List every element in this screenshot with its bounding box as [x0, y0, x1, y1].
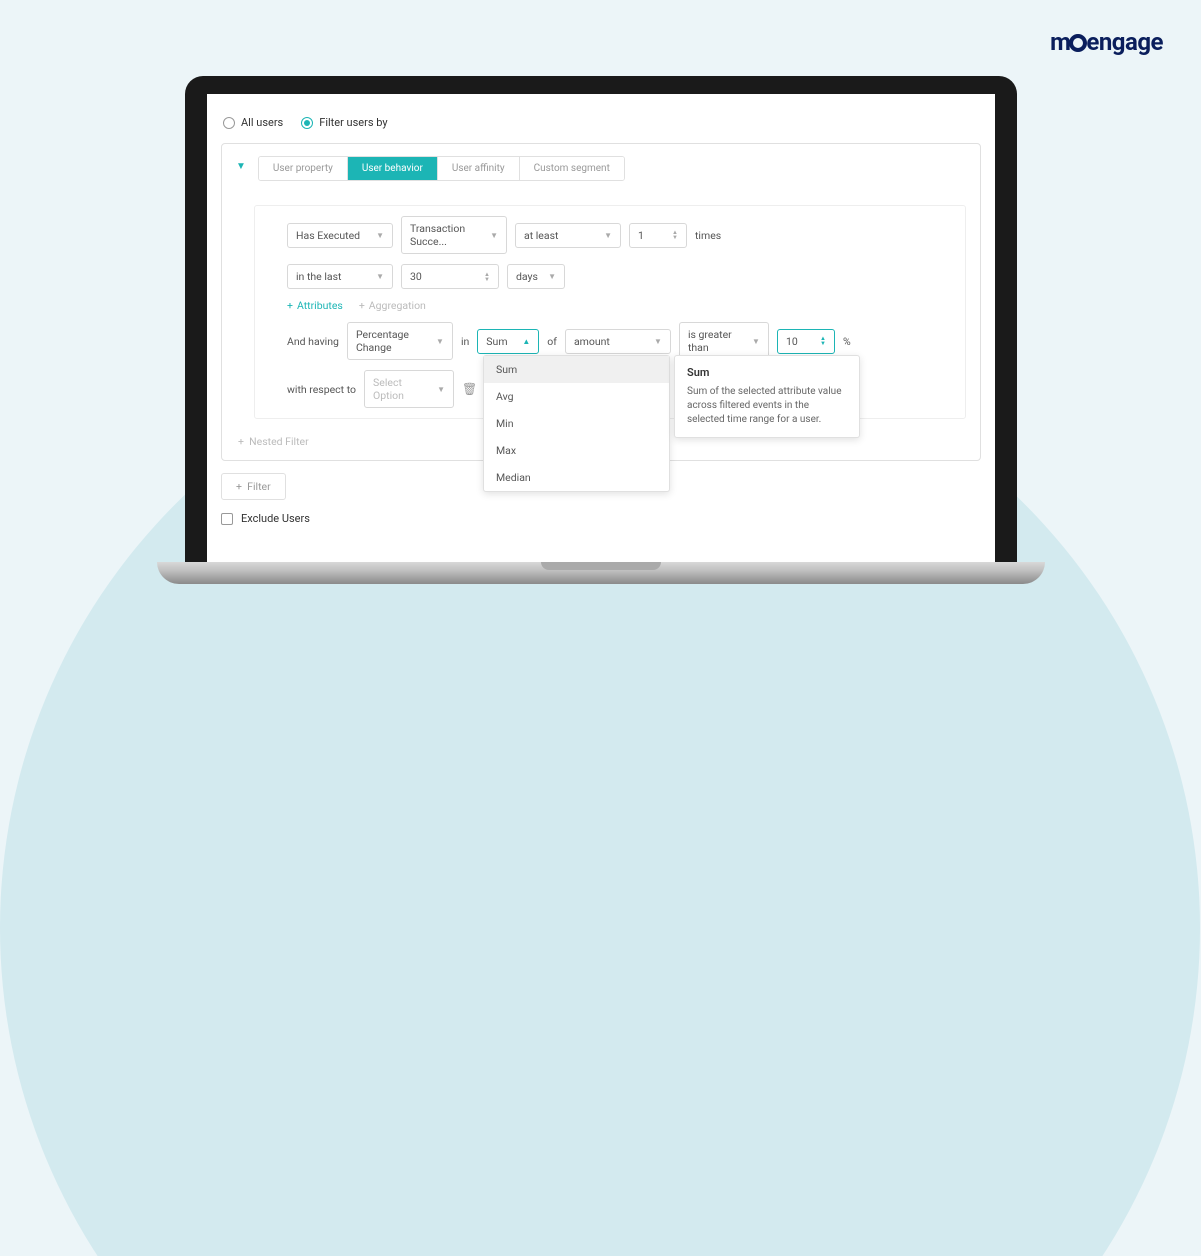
spinner-icon: ▲▼ — [484, 272, 490, 282]
in-label: in — [461, 335, 469, 348]
tab-user-affinity[interactable]: User affinity — [438, 157, 520, 180]
app-screen: All users Filter users by ▼ User propert… — [207, 94, 995, 562]
tab-custom-segment[interactable]: Custom segment — [520, 157, 624, 180]
tooltip-title: Sum — [687, 366, 847, 379]
of-label: of — [547, 335, 557, 348]
dropdown-item-min[interactable]: Min — [484, 410, 669, 437]
radio-icon — [301, 117, 313, 129]
spinner-icon: ▲▼ — [820, 336, 826, 346]
radio-filter-by[interactable]: Filter users by — [301, 116, 387, 129]
dropdown-item-median[interactable]: Median — [484, 464, 669, 491]
dropdown-item-sum[interactable]: Sum — [484, 356, 669, 383]
label: Filter users by — [319, 116, 387, 129]
attribute-select[interactable]: amount▼ — [565, 329, 671, 354]
add-filter-button[interactable]: + Filter — [221, 473, 286, 500]
percent-label: % — [843, 335, 851, 348]
chevron-up-icon: ▲ — [522, 337, 530, 346]
aggregation-select[interactable]: Sum▲ — [477, 329, 539, 354]
dropdown-item-avg[interactable]: Avg — [484, 383, 669, 410]
collapse-caret-icon[interactable]: ▼ — [236, 161, 246, 172]
has-executed-select[interactable]: Has Executed▼ — [287, 223, 393, 248]
add-attributes-button[interactable]: + Attributes — [287, 299, 343, 312]
radio-icon — [223, 117, 235, 129]
unit-select[interactable]: days▼ — [507, 264, 565, 289]
chevron-down-icon: ▼ — [490, 231, 498, 240]
with-respect-label: with respect to — [287, 383, 356, 396]
segment-tabs: User property User behavior User affinit… — [258, 156, 625, 181]
radio-all-users[interactable]: All users — [223, 116, 283, 129]
chevron-down-icon: ▼ — [437, 385, 445, 394]
aggregation-dropdown: Sum Avg Min Max Median — [483, 355, 670, 492]
chevron-down-icon: ▼ — [604, 231, 612, 240]
brand-logo: mengage — [1050, 28, 1163, 56]
metric-select[interactable]: Percentage Change▼ — [347, 322, 453, 360]
tooltip-desc: Sum of the selected attribute value acro… — [687, 385, 847, 427]
at-least-select[interactable]: at least▼ — [515, 223, 621, 248]
chevron-down-icon: ▼ — [436, 337, 444, 346]
chevron-down-icon: ▼ — [548, 272, 556, 281]
exclude-checkbox[interactable] — [221, 513, 233, 525]
tooltip-sum: Sum Sum of the selected attribute value … — [674, 355, 860, 438]
label: All users — [241, 116, 283, 129]
laptop-frame: All users Filter users by ▼ User propert… — [185, 76, 1017, 584]
chevron-down-icon: ▼ — [752, 337, 760, 346]
days-input[interactable]: 30▲▼ — [401, 264, 499, 289]
chevron-down-icon: ▼ — [376, 272, 384, 281]
spinner-icon: ▲▼ — [672, 230, 678, 240]
delete-icon[interactable]: 🗑 — [462, 382, 477, 396]
tab-user-property[interactable]: User property — [259, 157, 348, 180]
and-having-label: And having — [287, 335, 339, 348]
in-last-select[interactable]: in the last▼ — [287, 264, 393, 289]
chevron-down-icon: ▼ — [376, 231, 384, 240]
event-select[interactable]: Transaction Succe...▼ — [401, 216, 507, 254]
exclude-label: Exclude Users — [241, 512, 310, 525]
count-input[interactable]: 1▲▼ — [629, 223, 687, 248]
value-input[interactable]: 10▲▼ — [777, 329, 835, 354]
respect-select[interactable]: Select Option▼ — [364, 370, 454, 408]
chevron-down-icon: ▼ — [654, 337, 662, 346]
times-label: times — [695, 229, 721, 242]
dropdown-item-max[interactable]: Max — [484, 437, 669, 464]
tab-user-behavior[interactable]: User behavior — [348, 157, 438, 180]
add-aggregation-button[interactable]: + Aggregation — [359, 299, 426, 312]
